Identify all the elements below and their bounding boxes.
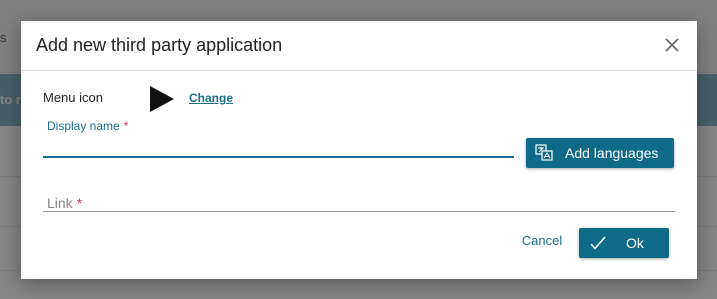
cancel-button[interactable]: Cancel <box>517 233 567 253</box>
close-icon <box>665 38 679 52</box>
menu-icon-label: Menu icon <box>43 90 103 105</box>
display-name-input[interactable] <box>43 137 517 157</box>
required-marker: * <box>123 119 129 133</box>
add-application-dialog: Add new third party application Menu ico… <box>21 21 697 279</box>
display-name-label: Display name * <box>47 119 128 133</box>
checkmark-icon <box>590 236 606 250</box>
menu-icon-preview <box>149 85 175 113</box>
add-languages-button[interactable]: Add languages <box>526 138 674 168</box>
display-name-underline <box>43 156 514 158</box>
close-button[interactable] <box>662 35 682 55</box>
ok-label: Ok <box>626 235 644 251</box>
add-languages-label: Add languages <box>565 145 659 161</box>
link-input[interactable] <box>43 193 677 213</box>
play-triangle-icon <box>150 86 174 112</box>
ok-button[interactable]: Ok <box>579 228 669 258</box>
link-underline <box>43 211 675 212</box>
dialog-title: Add new third party application <box>36 35 283 55</box>
display-name-label-text: Display name <box>47 119 120 133</box>
change-icon-link[interactable]: Change <box>189 91 233 105</box>
dialog-header: Add new third party application <box>21 21 697 71</box>
translate-icon <box>535 144 553 161</box>
